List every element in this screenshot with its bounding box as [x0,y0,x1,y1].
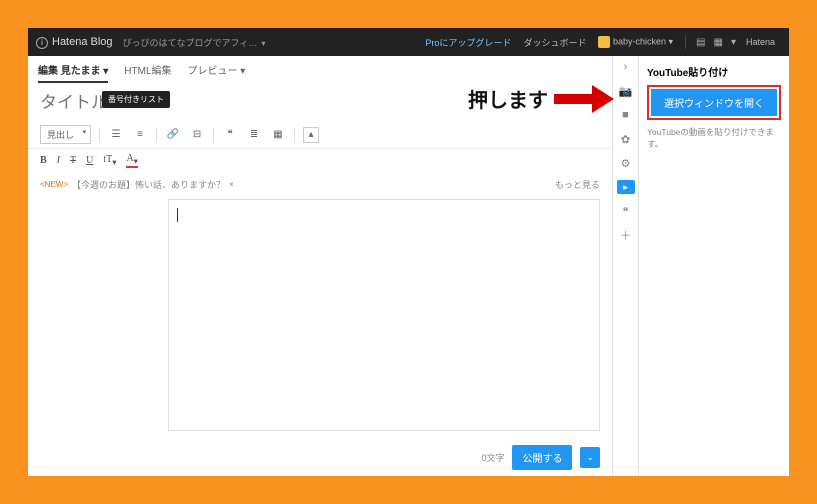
dashboard-link[interactable]: ダッシュボード [523,36,586,49]
textcolor-button[interactable]: A▾ [126,153,137,168]
more-suggestions-link[interactable]: もっと見る [555,178,600,191]
link-icon[interactable]: 🔗 [165,127,181,143]
ordered-list-icon[interactable]: ≡ [132,127,148,143]
suggestion-text[interactable]: 【今週のお題】怖い話、ありますか？ [72,178,225,191]
panel-description: YouTubeの動画を貼り付けできます。 [647,126,781,150]
quote-icon[interactable]: ❝ [222,127,238,143]
panel-title: YouTube貼り付け [647,64,781,79]
underline-button[interactable]: U [86,155,93,166]
photo-icon[interactable]: 📷 [619,84,633,98]
avatar-icon [598,36,610,48]
italic-button[interactable]: I [57,155,60,166]
strike-button[interactable]: T [70,155,76,166]
char-count: 0文字 [481,451,504,464]
publish-button[interactable]: 公開する [512,445,572,470]
code-icon[interactable]: ≣ [246,127,262,143]
editor-footer: 0文字 公開する ⌄ [28,439,612,476]
unordered-list-icon[interactable]: ☰ [108,127,124,143]
read-more-icon[interactable]: ⊟ [189,127,205,143]
tooltip-ordered-list: 番号付きリスト [102,91,170,108]
close-suggestion-icon[interactable]: × [229,180,234,189]
publish-dropdown[interactable]: ⌄ [580,447,600,468]
content-editor[interactable] [168,199,600,431]
hatena-link[interactable]: Hatena [746,37,775,47]
bold-button[interactable]: B [40,155,47,166]
settings-icon[interactable]: ✿ [619,132,633,146]
quote-embed-icon[interactable]: ❝ [619,204,633,218]
topic-suggestion: <NEW> 【今週のお題】怖い話、ありますか？ × もっと見る [28,174,612,195]
add-icon[interactable]: ＋ [619,228,633,242]
new-badge: <NEW> [40,180,68,189]
toolbar-row-1: 見出し ☰ ≡ 🔗 ⊟ ❝ ≣ ▦ ▴ [28,123,612,149]
toolbar-row-2: B I T U tT▾ A▾ [28,149,612,174]
app-window: iHatena Blog ぴっぴのはてなブログでアフィ…▾ Proにアップグレー… [28,28,789,476]
gear-icon[interactable]: ⚙ [619,156,633,170]
collapse-icon[interactable]: › [619,60,633,74]
embed-icon[interactable]: ▸ [617,180,635,194]
user-menu[interactable]: baby-chicken ▾ [598,36,673,48]
heading-select[interactable]: 見出し [40,125,91,144]
table-icon[interactable]: ▦ [270,127,286,143]
editor-pane: 編集 見たまま ▾ HTML編集 プレビュー ▾ 番号付きリスト 見出し ☰ ≡… [28,56,613,476]
apps-icon[interactable]: ▦ [713,37,722,48]
open-selection-window-button[interactable]: 選択ウィンドウを開く [651,89,777,116]
mode-tabs: 編集 見たまま ▾ HTML編集 プレビュー ▾ [28,56,612,83]
insert-icon[interactable]: ▴ [303,127,319,143]
dropdown-icon[interactable]: ▾ [731,37,736,48]
tab-html[interactable]: HTML編集 [124,62,171,83]
category-icon[interactable]: ■ [619,108,633,122]
open-button-highlight: 選択ウィンドウを開く [647,85,781,120]
notifications-icon[interactable]: ▤ [696,37,705,48]
text-cursor [177,208,178,222]
youtube-panel: YouTube貼り付け 選択ウィンドウを開く YouTubeの動画を貼り付けでき… [639,56,789,476]
tab-preview[interactable]: プレビュー ▾ [188,62,246,83]
tab-edit[interactable]: 編集 見たまま ▾ [38,62,108,83]
fontsize-button[interactable]: tT▾ [103,154,116,167]
sidebar-rail: › 📷 ■ ✿ ⚙ ▸ ❝ ＋ [613,56,639,476]
blog-name[interactable]: ぴっぴのはてなブログでアフィ…▾ [123,36,266,49]
topbar: iHatena Blog ぴっぴのはてなブログでアフィ…▾ Proにアップグレー… [28,28,789,56]
logo[interactable]: iHatena Blog [36,36,113,49]
upgrade-pro-link[interactable]: Proにアップグレード [425,36,511,49]
